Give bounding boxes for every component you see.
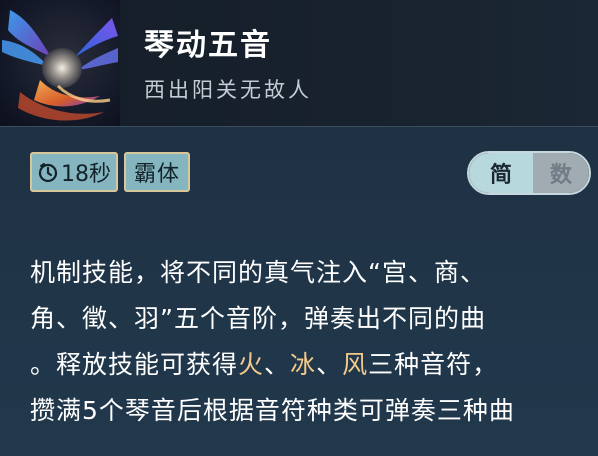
cooldown-value: 18秒 [61,162,111,187]
skill-header: 琴动五音 西出阳关无故人 [0,0,598,126]
toggle-simple-option[interactable]: 简 [469,153,533,193]
keyword-fire: 火 [238,350,265,379]
skill-subtitle: 西出阳关无故人 [144,78,312,102]
skill-name: 琴动五音 [144,28,272,63]
description-text: 三种音符， [368,350,499,379]
qin-phoenix-skill-icon [0,0,120,126]
description-mode-toggle[interactable]: 简 数 [467,151,591,195]
description-line-1: 机制技能，将不同的真气注入“宫、商、 [30,258,486,287]
skill-description: 机制技能，将不同的真气注入“宫、商、 角、徵、羽”五个音阶，弹奏出不同的曲 。释… [30,250,596,434]
separator: 、 [264,350,291,379]
description-text: 。释放技能可获得 [30,350,239,379]
separator: 、 [316,350,343,379]
clock-icon [37,161,59,183]
cooldown-badge: 18秒 [30,152,118,192]
description-line-4: 攒满5个琴音后根据音符种类可弹奏三种曲 [30,396,515,425]
toggle-number-option[interactable]: 数 [533,153,589,193]
keyword-ice: 冰 [290,350,317,379]
keyword-wind: 风 [342,350,369,379]
description-line-2: 角、徵、羽”五个音阶，弹奏出不同的曲 [30,304,486,333]
header-divider [0,126,598,127]
description-line-3: 。释放技能可获得火、冰、风三种音符， [30,342,596,388]
skill-detail-panel: 琴动五音 西出阳关无故人 18秒 霸体 简 数 机制技能，将不同的真气注入“宫、… [0,0,598,456]
armor-badge: 霸体 [124,152,190,192]
